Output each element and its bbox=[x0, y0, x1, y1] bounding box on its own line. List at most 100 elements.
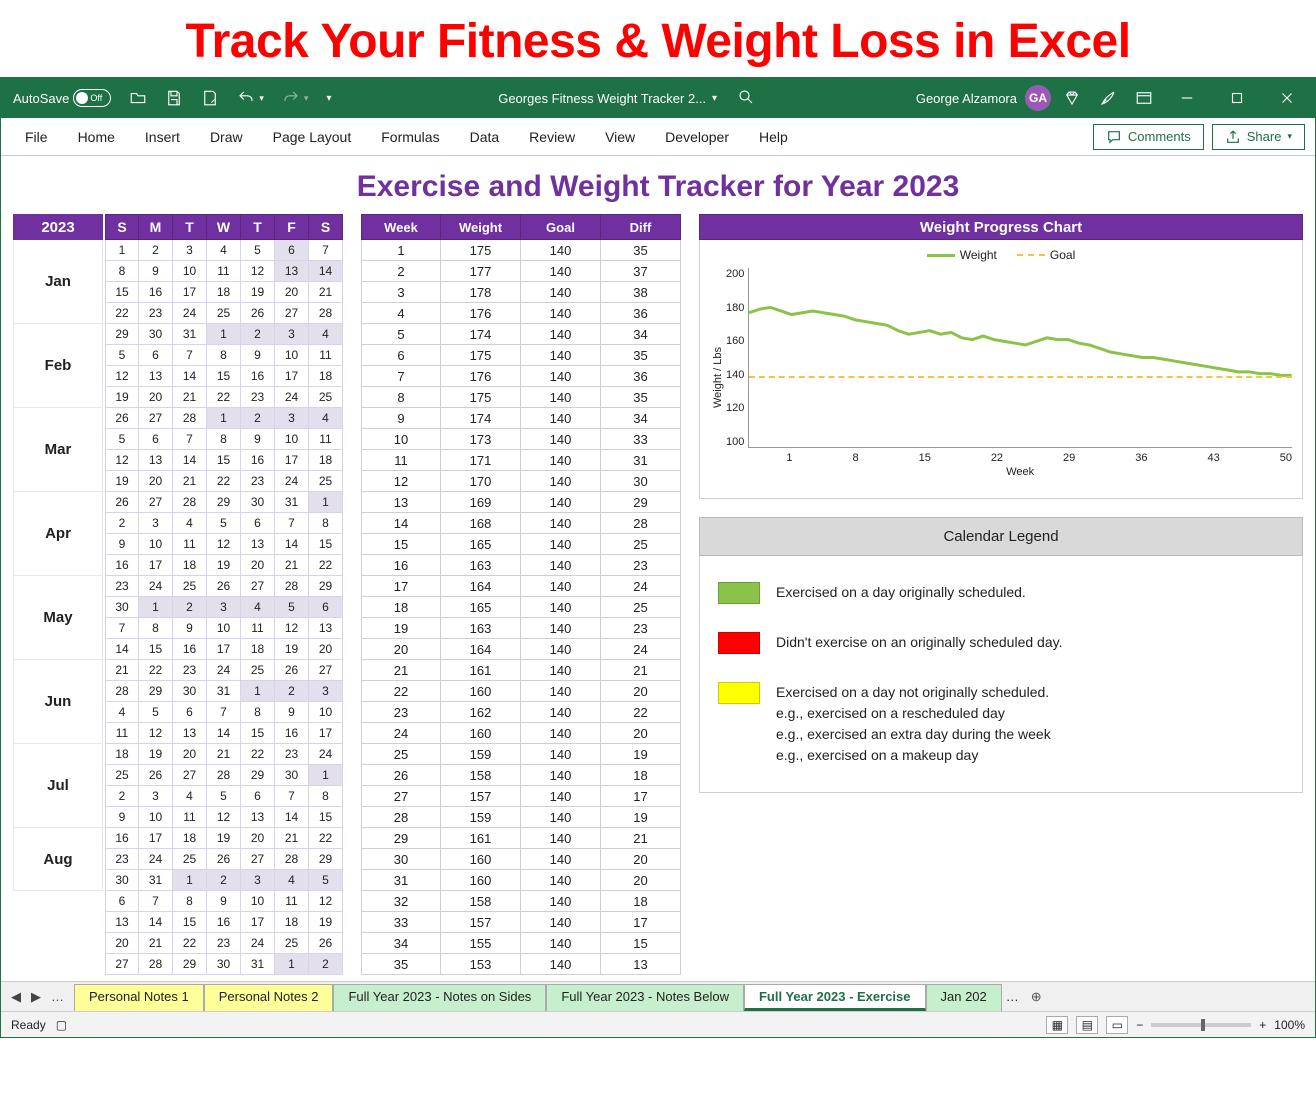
zoom-in-icon[interactable]: + bbox=[1259, 1018, 1266, 1032]
wt-cell[interactable]: 23 bbox=[601, 555, 681, 576]
cal-day-cell[interactable]: 8 bbox=[173, 891, 207, 912]
cal-day-cell[interactable]: 20 bbox=[105, 933, 139, 954]
cal-day-cell[interactable]: 9 bbox=[241, 345, 275, 366]
cal-day-cell[interactable]: 15 bbox=[207, 450, 241, 471]
quill-icon[interactable] bbox=[1093, 85, 1123, 111]
cal-day-cell[interactable]: 16 bbox=[241, 366, 275, 387]
wt-cell[interactable]: 140 bbox=[521, 912, 601, 933]
cal-day-cell[interactable]: 29 bbox=[139, 681, 173, 702]
wt-cell[interactable]: 36 bbox=[601, 366, 681, 387]
wt-cell[interactable]: 140 bbox=[521, 261, 601, 282]
cal-day-cell[interactable]: 14 bbox=[173, 366, 207, 387]
cal-day-cell[interactable]: 7 bbox=[207, 702, 241, 723]
wt-cell[interactable]: 25 bbox=[601, 597, 681, 618]
wt-cell[interactable]: 15 bbox=[361, 534, 441, 555]
menu-draw[interactable]: Draw bbox=[196, 123, 257, 151]
view-normal-icon[interactable]: ▦ bbox=[1046, 1016, 1068, 1034]
cal-day-cell[interactable]: 17 bbox=[139, 555, 173, 576]
wt-cell[interactable]: 155 bbox=[441, 933, 521, 954]
wt-cell[interactable]: 21 bbox=[361, 660, 441, 681]
wt-cell[interactable]: 20 bbox=[601, 681, 681, 702]
cal-day-cell[interactable]: 24 bbox=[309, 744, 343, 765]
cal-day-cell[interactable]: 10 bbox=[139, 534, 173, 555]
cal-day-cell[interactable]: 3 bbox=[241, 870, 275, 891]
cal-day-cell[interactable]: 24 bbox=[207, 660, 241, 681]
zoom-level[interactable]: 100% bbox=[1274, 1018, 1305, 1032]
wt-cell[interactable]: 140 bbox=[521, 450, 601, 471]
sheet-tab[interactable]: Full Year 2023 - Notes on Sides bbox=[333, 984, 546, 1011]
cal-day-cell[interactable]: 3 bbox=[139, 786, 173, 807]
cal-day-cell[interactable]: 29 bbox=[207, 492, 241, 513]
wt-cell[interactable]: 140 bbox=[521, 429, 601, 450]
wt-cell[interactable]: 140 bbox=[521, 492, 601, 513]
cal-day-cell[interactable]: 15 bbox=[105, 282, 139, 303]
cal-day-cell[interactable]: 27 bbox=[275, 303, 309, 324]
tab-overflow-icon[interactable]: … bbox=[47, 985, 68, 1009]
close-button[interactable] bbox=[1265, 78, 1309, 118]
cal-day-cell[interactable]: 8 bbox=[207, 429, 241, 450]
cal-day-cell[interactable]: 26 bbox=[105, 492, 139, 513]
wt-cell[interactable]: 178 bbox=[441, 282, 521, 303]
cal-day-cell[interactable]: 21 bbox=[105, 660, 139, 681]
cal-day-cell[interactable]: 14 bbox=[139, 912, 173, 933]
cal-day-cell[interactable]: 2 bbox=[275, 681, 309, 702]
cal-day-cell[interactable]: 16 bbox=[139, 282, 173, 303]
menu-view[interactable]: View bbox=[591, 123, 649, 151]
wt-cell[interactable]: 140 bbox=[521, 345, 601, 366]
wt-cell[interactable]: 173 bbox=[441, 429, 521, 450]
cal-day-cell[interactable]: 23 bbox=[207, 933, 241, 954]
cal-day-cell[interactable]: 15 bbox=[207, 366, 241, 387]
wt-cell[interactable]: 35 bbox=[601, 240, 681, 261]
cal-day-cell[interactable]: 18 bbox=[207, 282, 241, 303]
wt-cell[interactable]: 23 bbox=[361, 702, 441, 723]
cal-day-cell[interactable]: 12 bbox=[207, 807, 241, 828]
cal-day-cell[interactable]: 2 bbox=[105, 513, 139, 534]
cal-day-cell[interactable]: 21 bbox=[139, 933, 173, 954]
cal-day-cell[interactable]: 19 bbox=[105, 387, 139, 408]
wt-cell[interactable]: 165 bbox=[441, 534, 521, 555]
cal-day-cell[interactable]: 4 bbox=[241, 597, 275, 618]
cal-day-cell[interactable]: 11 bbox=[105, 723, 139, 744]
sheet-tab[interactable]: Jan 202 bbox=[926, 984, 1002, 1011]
wt-cell[interactable]: 18 bbox=[361, 597, 441, 618]
cal-day-cell[interactable]: 28 bbox=[275, 849, 309, 870]
cal-day-cell[interactable]: 7 bbox=[139, 891, 173, 912]
cal-day-cell[interactable]: 26 bbox=[309, 933, 343, 954]
cal-day-cell[interactable]: 6 bbox=[173, 702, 207, 723]
wt-cell[interactable]: 23 bbox=[601, 618, 681, 639]
cal-day-cell[interactable]: 20 bbox=[139, 471, 173, 492]
save-as-icon[interactable] bbox=[195, 85, 225, 111]
cal-day-cell[interactable]: 2 bbox=[139, 240, 173, 261]
wt-cell[interactable]: 158 bbox=[441, 765, 521, 786]
cal-day-cell[interactable]: 1 bbox=[139, 597, 173, 618]
wt-cell[interactable]: 28 bbox=[361, 807, 441, 828]
wt-cell[interactable]: 34 bbox=[601, 408, 681, 429]
cal-day-cell[interactable]: 1 bbox=[309, 765, 343, 786]
wt-cell[interactable]: 140 bbox=[521, 555, 601, 576]
wt-cell[interactable]: 176 bbox=[441, 366, 521, 387]
wt-cell[interactable]: 160 bbox=[441, 723, 521, 744]
cal-day-cell[interactable]: 23 bbox=[275, 744, 309, 765]
wt-cell[interactable]: 33 bbox=[361, 912, 441, 933]
cal-day-cell[interactable]: 11 bbox=[309, 345, 343, 366]
cal-day-cell[interactable]: 22 bbox=[207, 471, 241, 492]
cal-day-cell[interactable]: 17 bbox=[275, 366, 309, 387]
cal-day-cell[interactable]: 28 bbox=[275, 576, 309, 597]
cal-day-cell[interactable]: 6 bbox=[241, 786, 275, 807]
wt-cell[interactable]: 29 bbox=[361, 828, 441, 849]
wt-cell[interactable]: 20 bbox=[601, 849, 681, 870]
cal-day-cell[interactable]: 22 bbox=[207, 387, 241, 408]
cal-day-cell[interactable]: 21 bbox=[207, 744, 241, 765]
wt-cell[interactable]: 164 bbox=[441, 576, 521, 597]
cal-day-cell[interactable]: 7 bbox=[309, 240, 343, 261]
wt-cell[interactable]: 37 bbox=[601, 261, 681, 282]
wt-cell[interactable]: 8 bbox=[361, 387, 441, 408]
comments-button[interactable]: Comments bbox=[1093, 124, 1204, 150]
save-icon[interactable] bbox=[159, 85, 189, 111]
undo-icon[interactable]: ▾ bbox=[231, 85, 270, 111]
wt-cell[interactable]: 159 bbox=[441, 744, 521, 765]
wt-cell[interactable]: 35 bbox=[601, 345, 681, 366]
cal-day-cell[interactable]: 12 bbox=[241, 261, 275, 282]
wt-cell[interactable]: 160 bbox=[441, 681, 521, 702]
cal-day-cell[interactable]: 9 bbox=[207, 891, 241, 912]
